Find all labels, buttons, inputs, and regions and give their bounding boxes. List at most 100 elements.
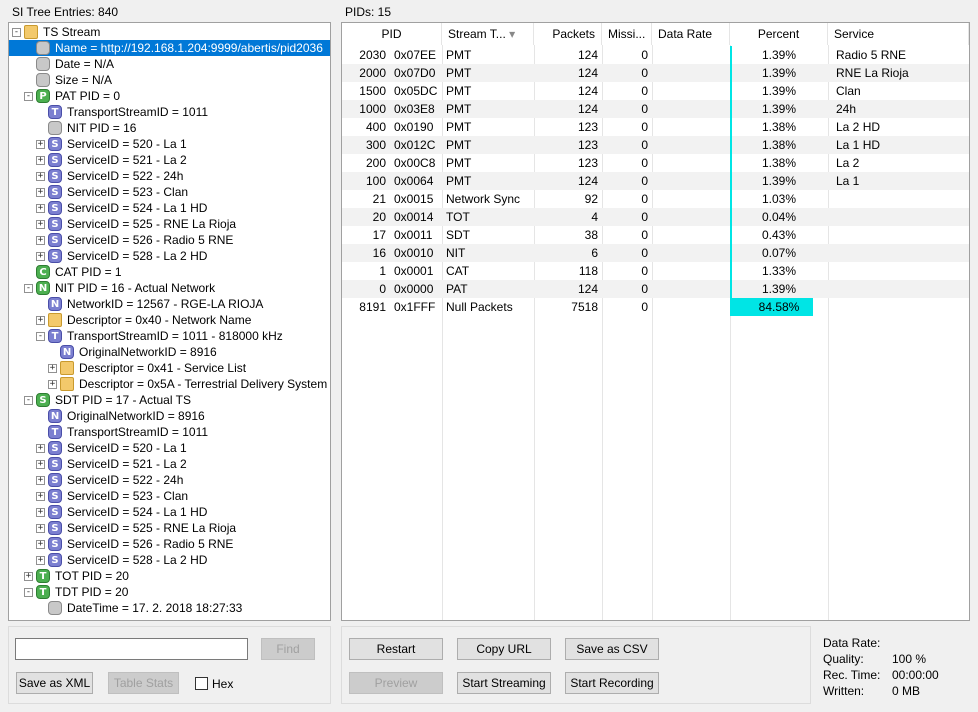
collapse-toggle-icon[interactable]: - — [12, 28, 21, 37]
tree-node[interactable]: Date = N/A — [9, 56, 330, 72]
tree-node[interactable]: + S ServiceID = 524 - La 1 HD — [9, 200, 330, 216]
search-input-field[interactable] — [16, 639, 247, 659]
preview-button[interactable]: Preview — [349, 672, 443, 694]
expand-toggle-icon[interactable]: + — [36, 524, 45, 533]
header-pid[interactable]: PID — [342, 23, 442, 45]
table-stats-button[interactable]: Table Stats — [108, 672, 179, 694]
table-row[interactable]: 400 0x0190 PMT 123 0 1.38% La 2 HD — [342, 118, 969, 136]
tree-node[interactable]: T TransportStreamID = 1011 — [9, 424, 330, 440]
expand-toggle-icon[interactable]: + — [36, 460, 45, 469]
header-percent[interactable]: Percent — [730, 23, 828, 45]
expand-toggle-icon[interactable]: + — [36, 156, 45, 165]
tree-node[interactable]: + S ServiceID = 523 - Clan — [9, 488, 330, 504]
tree-node[interactable]: C CAT PID = 1 — [9, 264, 330, 280]
expand-toggle-icon[interactable]: + — [48, 380, 57, 389]
tree-node[interactable]: - S SDT PID = 17 - Actual TS — [9, 392, 330, 408]
tree-node[interactable]: + S ServiceID = 520 - La 1 — [9, 440, 330, 456]
expand-toggle-icon[interactable]: + — [36, 140, 45, 149]
expand-toggle-icon[interactable]: + — [24, 572, 33, 581]
tree-node[interactable]: Size = N/A — [9, 72, 330, 88]
table-row[interactable]: 16 0x0010 NIT 6 0 0.07% — [342, 244, 969, 262]
tree-node[interactable]: - T TransportStreamID = 1011 - 818000 kHz — [9, 328, 330, 344]
table-row[interactable]: 300 0x012C PMT 123 0 1.38% La 1 HD — [342, 136, 969, 154]
start-recording-button[interactable]: Start Recording — [565, 672, 659, 694]
tree-node[interactable]: + T TOT PID = 20 — [9, 568, 330, 584]
tree-node[interactable]: T TransportStreamID = 1011 — [9, 104, 330, 120]
expand-toggle-icon[interactable]: + — [36, 220, 45, 229]
tree-node[interactable]: + Descriptor = 0x41 - Service List — [9, 360, 330, 376]
tree-node[interactable]: - N NIT PID = 16 - Actual Network — [9, 280, 330, 296]
collapse-toggle-icon[interactable]: - — [24, 284, 33, 293]
expand-toggle-icon[interactable]: + — [48, 364, 57, 373]
header-stream-type[interactable]: Stream T... ▾ — [442, 23, 534, 45]
expand-toggle-icon[interactable]: + — [36, 316, 45, 325]
expand-toggle-icon[interactable]: + — [36, 508, 45, 517]
table-row[interactable]: 100 0x0064 PMT 124 0 1.39% La 1 — [342, 172, 969, 190]
collapse-toggle-icon[interactable]: - — [24, 396, 33, 405]
start-streaming-button[interactable]: Start Streaming — [457, 672, 551, 694]
tree-node[interactable]: + S ServiceID = 521 - La 2 — [9, 152, 330, 168]
tree-node[interactable]: + Descriptor = 0x40 - Network Name — [9, 312, 330, 328]
collapse-toggle-icon[interactable]: - — [24, 588, 33, 597]
expand-toggle-icon[interactable]: + — [36, 444, 45, 453]
expand-toggle-icon[interactable]: + — [36, 476, 45, 485]
tree-node[interactable]: Name = http://192.168.1.204:9999/abertis… — [9, 40, 330, 56]
table-row[interactable]: 2000 0x07D0 PMT 124 0 1.39% RNE La Rioja — [342, 64, 969, 82]
tree-node[interactable]: DateTime = 17. 2. 2018 18:27:33 — [9, 600, 330, 616]
tree-node[interactable]: - TS Stream — [9, 24, 330, 40]
table-row[interactable]: 17 0x0011 SDT 38 0 0.43% — [342, 226, 969, 244]
table-row[interactable]: 20 0x0014 TOT 4 0 0.04% — [342, 208, 969, 226]
expand-toggle-icon[interactable]: + — [36, 188, 45, 197]
tree-node[interactable]: + S ServiceID = 521 - La 2 — [9, 456, 330, 472]
table-row[interactable]: 1000 0x03E8 PMT 124 0 1.39% 24h — [342, 100, 969, 118]
table-row[interactable]: 2030 0x07EE PMT 124 0 1.39% Radio 5 RNE — [342, 46, 969, 64]
table-row[interactable]: 1 0x0001 CAT 118 0 1.33% — [342, 262, 969, 280]
tree-node[interactable]: + S ServiceID = 523 - Clan — [9, 184, 330, 200]
table-row[interactable]: 200 0x00C8 PMT 123 0 1.38% La 2 — [342, 154, 969, 172]
si-tree[interactable]: - TS Stream Name = http://192.168.1.204:99… — [8, 22, 331, 621]
hex-checkbox[interactable] — [195, 677, 208, 690]
save-as-xml-button[interactable]: Save as XML — [16, 672, 93, 694]
expand-toggle-icon[interactable]: + — [36, 204, 45, 213]
tree-node[interactable]: + S ServiceID = 525 - RNE La Rioja — [9, 520, 330, 536]
header-packets[interactable]: Packets — [534, 23, 602, 45]
tree-node[interactable]: + S ServiceID = 522 - 24h — [9, 168, 330, 184]
find-button[interactable]: Find — [261, 638, 315, 660]
tree-node[interactable]: + S ServiceID = 522 - 24h — [9, 472, 330, 488]
expand-toggle-icon[interactable]: + — [36, 556, 45, 565]
col-pid: 21 — [372, 192, 386, 206]
tree-node[interactable]: NIT PID = 16 — [9, 120, 330, 136]
pid-table[interactable]: PID Stream T... ▾ Packets Missi... Data Rate… — [341, 22, 970, 621]
header-data-rate[interactable]: Data Rate — [652, 23, 730, 45]
copy-url-button[interactable]: Copy URL — [457, 638, 551, 660]
table-row[interactable]: 1500 0x05DC PMT 124 0 1.39% Clan — [342, 82, 969, 100]
expand-toggle-icon[interactable]: + — [36, 492, 45, 501]
tree-node[interactable]: + S ServiceID = 520 - La 1 — [9, 136, 330, 152]
header-missing[interactable]: Missi... — [602, 23, 652, 45]
tree-node[interactable]: + S ServiceID = 528 - La 2 HD — [9, 552, 330, 568]
table-row[interactable]: 0 0x0000 PAT 124 0 1.39% — [342, 280, 969, 298]
tree-node[interactable]: N OriginalNetworkID = 8916 — [9, 408, 330, 424]
tree-node[interactable]: + S ServiceID = 528 - La 2 HD — [9, 248, 330, 264]
expand-toggle-icon[interactable]: + — [36, 236, 45, 245]
save-as-csv-button[interactable]: Save as CSV — [565, 638, 659, 660]
collapse-toggle-icon[interactable]: - — [36, 332, 45, 341]
tree-node[interactable]: + S ServiceID = 526 - Radio 5 RNE — [9, 232, 330, 248]
tree-node[interactable]: - T TDT PID = 20 — [9, 584, 330, 600]
table-row[interactable]: 8191 0x1FFF Null Packets 7518 0 84.58% — [342, 298, 969, 316]
expand-toggle-icon[interactable]: + — [36, 540, 45, 549]
tree-node[interactable]: - P PAT PID = 0 — [9, 88, 330, 104]
restart-button[interactable]: Restart — [349, 638, 443, 660]
tree-node[interactable]: + Descriptor = 0x5A - Terrestrial Deliver… — [9, 376, 330, 392]
collapse-toggle-icon[interactable]: - — [24, 92, 33, 101]
header-service[interactable]: Service — [828, 23, 969, 45]
tree-node[interactable]: N NetworkID = 12567 - RGE-LA RIOJA — [9, 296, 330, 312]
expand-toggle-icon[interactable]: + — [36, 172, 45, 181]
tree-node[interactable]: N OriginalNetworkID = 8916 — [9, 344, 330, 360]
tree-node[interactable]: + S ServiceID = 526 - Radio 5 RNE — [9, 536, 330, 552]
tree-node[interactable]: + S ServiceID = 524 - La 1 HD — [9, 504, 330, 520]
tree-node[interactable]: + S ServiceID = 525 - RNE La Rioja — [9, 216, 330, 232]
table-row[interactable]: 21 0x0015 Network Sync 92 0 1.03% — [342, 190, 969, 208]
expand-toggle-icon[interactable]: + — [36, 252, 45, 261]
search-input[interactable] — [15, 638, 248, 660]
